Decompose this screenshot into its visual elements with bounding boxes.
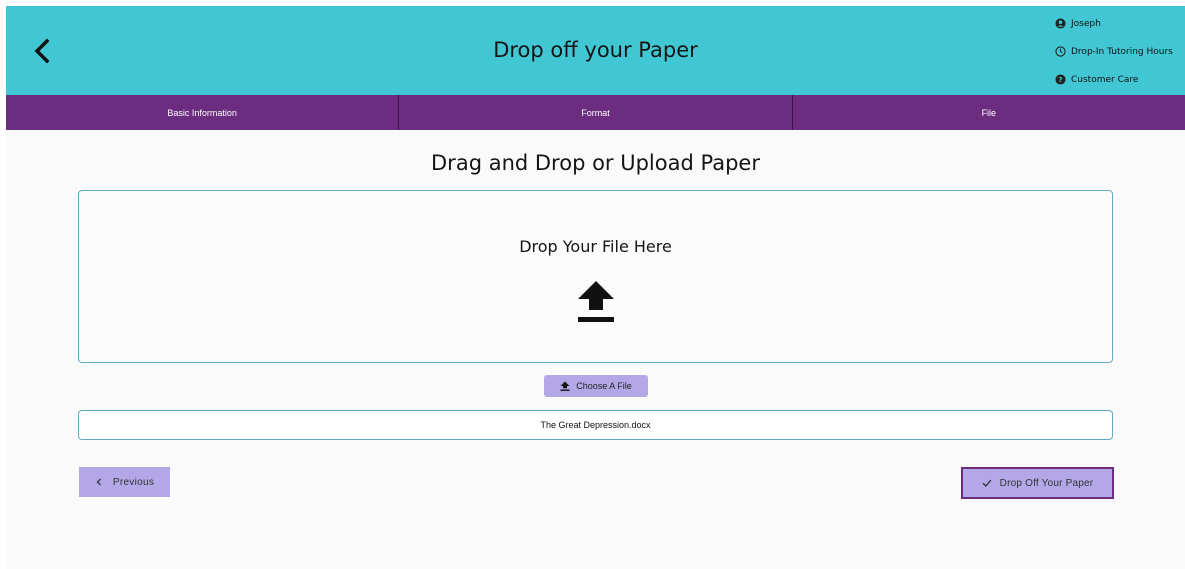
tab-basic-information[interactable]: Basic Information [6, 95, 400, 130]
previous-button[interactable]: Previous [79, 467, 170, 497]
chevron-left-icon [34, 38, 50, 64]
selected-file-name: The Great Depression.docx [540, 420, 651, 430]
user-profile-link[interactable]: Joseph [1055, 14, 1177, 33]
app-frame: Drop off your Paper Joseph Drop-In Tutor… [6, 6, 1185, 569]
step-tabs: Basic Information Format File [6, 95, 1185, 130]
svg-text:?: ? [1058, 75, 1062, 84]
choose-file-button[interactable]: Choose A File [544, 375, 648, 397]
section-title: Drag and Drop or Upload Paper [431, 151, 760, 175]
upload-icon [560, 381, 570, 391]
page-title: Drop off your Paper [493, 38, 698, 62]
user-circle-icon [1055, 18, 1066, 29]
upload-icon [578, 281, 614, 322]
tutoring-hours-link[interactable]: Drop-In Tutoring Hours [1055, 42, 1177, 61]
customer-care-label: Customer Care [1071, 74, 1139, 85]
chevron-left-icon [96, 478, 101, 486]
drop-off-paper-label: Drop Off Your Paper [999, 477, 1094, 489]
choose-file-label: Choose A File [576, 381, 632, 391]
file-dropzone[interactable]: Drop Your File Here [78, 190, 1113, 363]
back-button[interactable] [28, 36, 58, 66]
user-menu: Joseph Drop-In Tutoring Hours ? Customer… [1055, 14, 1177, 98]
check-icon [982, 479, 992, 487]
user-name: Joseph [1071, 18, 1101, 29]
tab-file[interactable]: File [793, 95, 1185, 130]
customer-care-link[interactable]: ? Customer Care [1055, 70, 1177, 89]
dropzone-label: Drop Your File Here [519, 237, 672, 256]
tab-format[interactable]: Format [399, 95, 793, 130]
clock-icon [1055, 46, 1066, 57]
header: Drop off your Paper Joseph Drop-In Tutor… [6, 6, 1185, 95]
previous-label: Previous [112, 476, 155, 488]
selected-file-display: The Great Depression.docx [78, 410, 1113, 440]
tutoring-hours-label: Drop-In Tutoring Hours [1071, 46, 1173, 57]
drop-off-paper-button[interactable]: Drop Off Your Paper [961, 467, 1114, 499]
help-circle-icon: ? [1055, 74, 1066, 85]
